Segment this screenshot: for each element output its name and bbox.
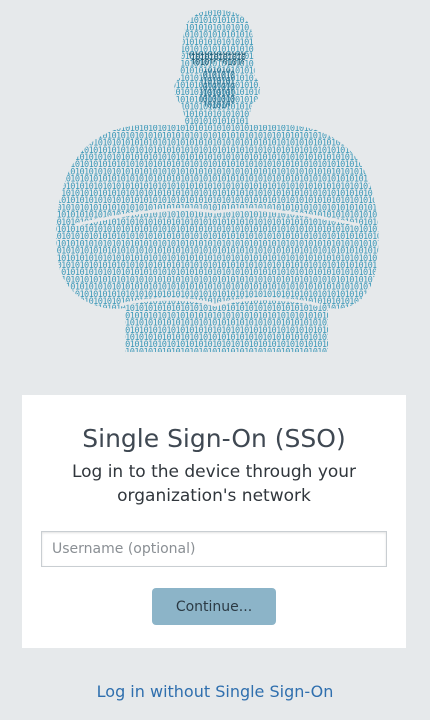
page-title: Single Sign-On (SSO) — [82, 424, 346, 453]
continue-button[interactable]: Continue... — [152, 588, 276, 625]
login-without-sso-link[interactable]: Log in without Single Sign-On — [0, 682, 430, 701]
sso-hero-illustration: 0101010101010101010101010101010101010101… — [0, 0, 430, 370]
page-subtitle: Log in to the device through your organi… — [71, 462, 357, 506]
sso-login-card: Single Sign-On (SSO) Log in to the devic… — [22, 395, 406, 648]
bodyguard-binary-icon: 0101010101010101010101010101010101010101… — [52, 10, 386, 357]
username-input[interactable] — [41, 531, 387, 567]
svg-text:101010101010101010101010101010: 1010101010101010101010101010101010101010… — [52, 347, 386, 357]
